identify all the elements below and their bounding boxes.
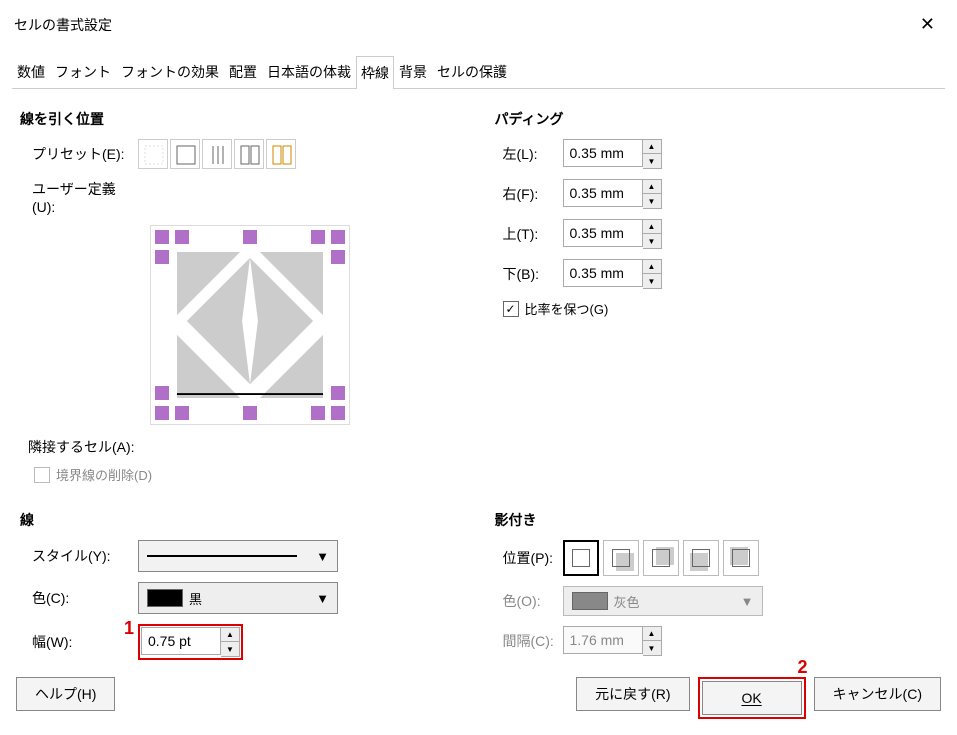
color-label: 色(C): — [20, 588, 130, 608]
dialog-title: セルの書式設定 — [14, 15, 112, 35]
pad-top-input[interactable] — [563, 219, 643, 247]
chevron-down-icon: ▼ — [316, 549, 329, 564]
keep-ratio-check[interactable]: ✓ 比率を保つ(G) — [495, 299, 938, 318]
shadow-tl[interactable] — [723, 540, 759, 576]
tab-font[interactable]: フォント — [50, 55, 116, 88]
tab-font-effects[interactable]: フォントの効果 — [116, 55, 224, 88]
shadow-head: 影付き — [495, 510, 938, 530]
width-spinner[interactable]: ▲▼ — [141, 627, 240, 657]
shadow-color-value: 灰色 — [614, 592, 640, 611]
spin-down-icon[interactable]: ▼ — [643, 154, 661, 168]
pad-bottom-input[interactable] — [563, 259, 643, 287]
spin-up-icon[interactable]: ▲ — [221, 628, 239, 642]
tab-background[interactable]: 背景 — [394, 55, 432, 88]
tab-japanese[interactable]: 日本語の体裁 — [262, 55, 356, 88]
cancel-button[interactable]: キャンセル(C) — [814, 677, 941, 711]
color-dropdown[interactable]: 黒 ▼ — [138, 582, 338, 614]
pad-bottom-label: 下(B): — [495, 264, 555, 284]
spin-up-icon: ▲ — [643, 627, 661, 641]
annotation-1: 1 — [124, 618, 134, 639]
pad-left-input[interactable] — [563, 139, 643, 167]
close-icon[interactable]: ✕ — [912, 10, 943, 39]
spin-down-icon[interactable]: ▼ — [643, 234, 661, 248]
spin-up-icon[interactable]: ▲ — [643, 220, 661, 234]
spin-down-icon: ▼ — [643, 641, 661, 655]
spin-down-icon[interactable]: ▼ — [643, 194, 661, 208]
preset-label: プリセット(E): — [20, 144, 130, 164]
spin-down-icon[interactable]: ▼ — [643, 274, 661, 288]
spin-up-icon[interactable]: ▲ — [643, 140, 661, 154]
shadow-bl[interactable] — [683, 540, 719, 576]
ok-button[interactable]: OK — [702, 681, 802, 715]
shadow-br[interactable] — [603, 540, 639, 576]
color-value: 黒 — [189, 589, 202, 608]
style-line-preview — [147, 555, 297, 557]
pad-left-spinner[interactable]: ▲▼ — [563, 139, 662, 169]
tab-protection[interactable]: セルの保護 — [432, 55, 512, 88]
chevron-down-icon: ▼ — [741, 594, 754, 609]
pad-right-spinner[interactable]: ▲▼ — [563, 179, 662, 209]
userdef-preview[interactable] — [150, 225, 350, 425]
chevron-down-icon: ▼ — [316, 591, 329, 606]
help-button[interactable]: ヘルプ(H) — [16, 677, 115, 711]
padding-head: パディング — [495, 109, 938, 129]
tab-borders[interactable]: 枠線 — [356, 56, 394, 89]
annotation-2: 2 — [798, 657, 808, 678]
line-position-head: 線を引く位置 — [20, 109, 463, 129]
remove-border-check: 境界線の削除(D) — [20, 465, 463, 484]
pad-bottom-spinner[interactable]: ▲▼ — [563, 259, 662, 289]
spin-down-icon[interactable]: ▼ — [221, 642, 239, 656]
shadow-dist-spinner: ▲▼ — [563, 626, 662, 656]
remove-border-label: 境界線の削除(D) — [56, 465, 152, 484]
line-head: 線 — [20, 510, 463, 530]
preset-outer[interactable] — [234, 139, 264, 169]
checkbox-icon: ✓ — [503, 301, 519, 317]
style-label: スタイル(Y): — [20, 546, 130, 566]
tab-alignment[interactable]: 配置 — [224, 55, 262, 88]
spin-up-icon[interactable]: ▲ — [643, 180, 661, 194]
tab-number[interactable]: 数値 — [12, 55, 50, 88]
shadow-tr[interactable] — [643, 540, 679, 576]
color-swatch — [147, 589, 183, 607]
pad-right-label: 右(F): — [495, 184, 555, 204]
shadow-dist-label: 間隔(C): — [495, 631, 555, 651]
preset-none[interactable] — [138, 139, 168, 169]
pad-right-input[interactable] — [563, 179, 643, 207]
preset-box[interactable] — [170, 139, 200, 169]
pad-left-label: 左(L): — [495, 144, 555, 164]
shadow-pos-label: 位置(P): — [495, 548, 555, 568]
tabs: 数値 フォント フォントの効果 配置 日本語の体裁 枠線 背景 セルの保護 — [12, 55, 945, 89]
shadow-none[interactable] — [563, 540, 599, 576]
pad-top-label: 上(T): — [495, 224, 555, 244]
preset-innerv[interactable] — [202, 139, 232, 169]
pad-top-spinner[interactable]: ▲▼ — [563, 219, 662, 249]
shadow-color-swatch — [572, 592, 608, 610]
shadow-dist-input — [563, 626, 643, 654]
spin-up-icon[interactable]: ▲ — [643, 260, 661, 274]
width-label: 幅(W): — [20, 632, 130, 652]
userdef-label: ユーザー定義(U): — [20, 179, 130, 215]
width-input[interactable] — [141, 627, 221, 655]
keep-ratio-label: 比率を保つ(G) — [525, 299, 609, 318]
shadow-color-dropdown: 灰色 ▼ — [563, 586, 763, 616]
reset-button[interactable]: 元に戻す(R) — [576, 677, 689, 711]
adjacent-label: 隣接するセル(A): — [20, 437, 463, 457]
style-dropdown[interactable]: ▼ — [138, 540, 338, 572]
preset-diag[interactable] — [266, 139, 296, 169]
shadow-color-label: 色(O): — [495, 591, 555, 611]
